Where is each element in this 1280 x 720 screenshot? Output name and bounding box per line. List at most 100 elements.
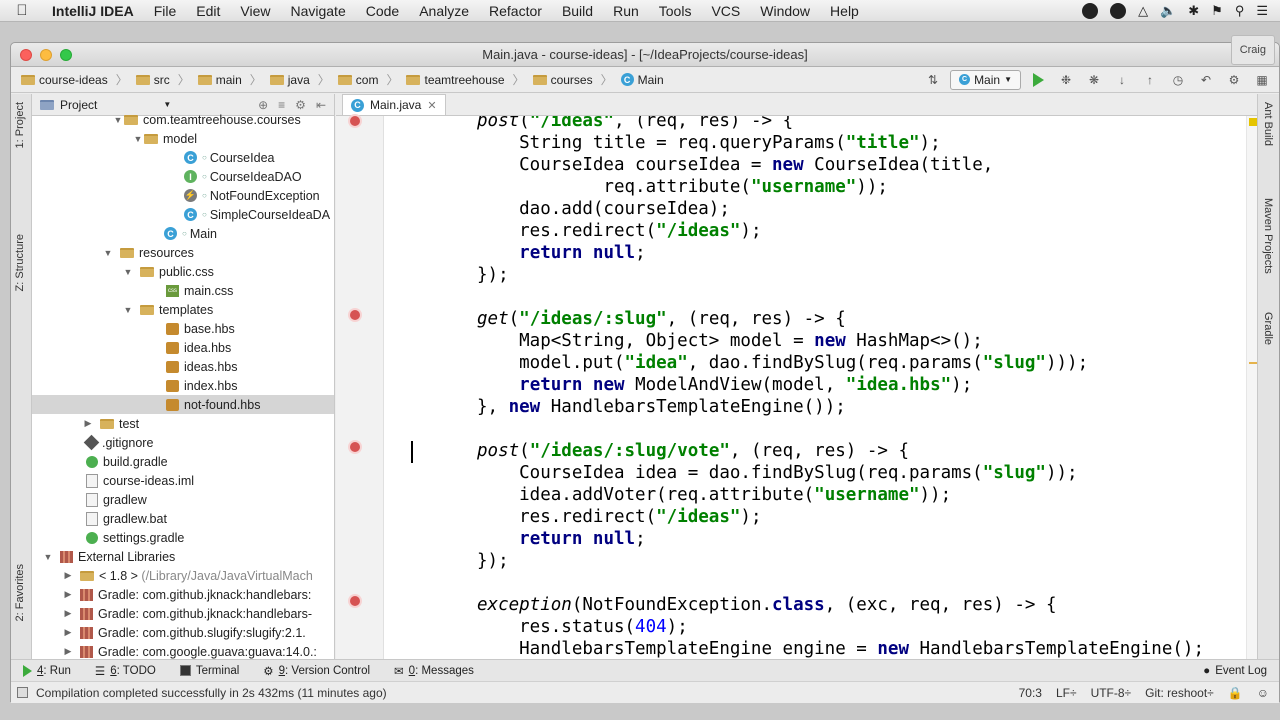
tree-item-main-css[interactable]: css main.css <box>32 281 334 300</box>
menu-build[interactable]: Build <box>552 3 603 19</box>
tool-tab-gradle[interactable]: Gradle <box>1262 312 1274 345</box>
code-line[interactable]: Map<String, Object> model = new HashMap<… <box>477 330 983 352</box>
tree-item-library[interactable]: ▶ Gradle: com.github.slugify:slugify:2.1. <box>32 623 334 642</box>
tree-item-idea-hbs[interactable]: idea.hbs <box>32 338 334 357</box>
inspector-icon[interactable]: ☺ <box>1257 686 1269 700</box>
user-name[interactable]: Craig <box>1230 35 1275 65</box>
vcs-commit-button[interactable]: ↑ <box>1139 70 1161 90</box>
run-configuration-select[interactable]: C Main ▼ <box>950 69 1021 90</box>
tool-messages[interactable]: ✉ 0: Messages <box>382 664 486 678</box>
menu-app-name[interactable]: IntelliJ IDEA <box>44 3 144 19</box>
tree-item-package[interactable]: ▼ com.teamtreehouse.courses <box>32 110 334 129</box>
menu-view[interactable]: View <box>230 3 280 19</box>
code-line[interactable]: String title = req.queryParams("title"); <box>477 132 940 154</box>
breadcrumb-com[interactable]: com 〉 <box>334 71 403 88</box>
tool-run[interactable]: 4: Run <box>11 664 83 677</box>
tool-tab-structure[interactable]: Z: Structure <box>14 234 26 291</box>
tree-item-simplecourseideadao[interactable]: C ○ SimpleCourseIdeaDA <box>32 205 334 224</box>
code-line[interactable]: exception(NotFoundException.class, (exc,… <box>477 594 1057 616</box>
tree-item-test[interactable]: ▶ test <box>32 414 334 433</box>
tree-item-library[interactable]: ▶ Gradle: com.github.jknack:handlebars: <box>32 585 334 604</box>
tab-main-java[interactable]: C Main.java ✕ <box>342 94 446 115</box>
code-area[interactable]: post("/ideas", (req, res) -> { String ti… <box>385 116 1245 659</box>
code-line[interactable]: }); <box>477 264 509 286</box>
code-line[interactable]: }); <box>477 550 509 572</box>
tree-item-base-hbs[interactable]: base.hbs <box>32 319 334 338</box>
debug-button[interactable]: ❉ <box>1055 70 1077 90</box>
bluetooth-icon[interactable]: ✱ <box>1188 3 1199 19</box>
code-line[interactable]: req.attribute("username")); <box>477 176 887 198</box>
apple-icon[interactable]:  <box>0 2 44 19</box>
volume-icon[interactable]: 🔈 <box>1160 3 1176 19</box>
tree-item-external-libraries[interactable]: ▼ External Libraries <box>32 547 334 566</box>
toggle-tool-windows-icon[interactable] <box>17 687 28 698</box>
tool-version-control[interactable]: ⚙ 9: Version Control <box>251 664 382 678</box>
code-line[interactable]: HandlebarsTemplateEngine engine = new Ha… <box>477 638 1204 659</box>
expanded-arrow-icon[interactable]: ▼ <box>122 305 134 315</box>
tree-item-gradlew[interactable]: gradlew <box>32 490 334 509</box>
expanded-arrow-icon[interactable]: ▼ <box>132 134 144 144</box>
breadcrumb-src[interactable]: src 〉 <box>132 71 194 88</box>
close-window-button[interactable] <box>20 49 32 61</box>
lambda-breakpoint-icon[interactable] <box>350 116 360 126</box>
breadcrumb-main[interactable]: main 〉 <box>194 71 266 88</box>
menu-tools[interactable]: Tools <box>649 3 702 19</box>
settings-button[interactable]: ⚙ <box>1223 70 1245 90</box>
menu-refactor[interactable]: Refactor <box>479 3 552 19</box>
tree-item-gradlew-bat[interactable]: gradlew.bat <box>32 509 334 528</box>
chevron-down-icon[interactable]: ▼ <box>163 100 171 109</box>
flag-icon[interactable]: ⚑ <box>1211 3 1223 19</box>
status-message[interactable]: Compilation completed successfully in 2s… <box>36 686 387 700</box>
project-structure-button[interactable]: ▦ <box>1251 70 1273 90</box>
breadcrumb-project[interactable]: course-ideas 〉 <box>17 71 132 88</box>
menu-window[interactable]: Window <box>750 3 820 19</box>
code-line[interactable]: get("/ideas/:slug", (req, res) -> { <box>477 308 846 330</box>
tree-item-courseidea[interactable]: C ○ CourseIdea <box>32 148 334 167</box>
expanded-arrow-icon[interactable]: ▼ <box>112 115 124 125</box>
tool-todo[interactable]: ☰ 6: TODO <box>83 664 168 678</box>
code-line[interactable]: idea.addVoter(req.attribute("username"))… <box>477 484 951 506</box>
tree-item-public-css[interactable]: ▼ public.css <box>32 262 334 281</box>
menu-navigate[interactable]: Navigate <box>280 3 355 19</box>
breadcrumb-courses[interactable]: courses 〉 <box>529 71 617 88</box>
tree-item-settings-gradle[interactable]: settings.gradle <box>32 528 334 547</box>
line-separator[interactable]: LF÷ <box>1056 686 1077 700</box>
code-line[interactable]: return null; <box>477 242 645 264</box>
wifi-icon[interactable]: △ <box>1138 3 1148 19</box>
error-stripe-mark[interactable] <box>1249 362 1257 364</box>
creative-cloud-icon[interactable] <box>1082 2 1099 19</box>
tree-item-main[interactable]: C ○ Main <box>32 224 334 243</box>
coverage-button[interactable]: ❋ <box>1083 70 1105 90</box>
lambda-breakpoint-icon[interactable] <box>350 596 360 606</box>
code-line[interactable]: res.redirect("/ideas"); <box>477 506 761 528</box>
code-line[interactable]: }, new HandlebarsTemplateEngine()); <box>477 396 846 418</box>
tree-item-build-gradle[interactable]: build.gradle <box>32 452 334 471</box>
breadcrumb-main-class[interactable]: C Main <box>617 73 668 87</box>
expanded-arrow-icon[interactable]: ▼ <box>122 267 134 277</box>
tree-item-not-found-hbs[interactable]: not-found.hbs <box>32 395 334 414</box>
collapsed-arrow-icon[interactable]: ▶ <box>62 570 74 581</box>
code-line[interactable]: res.redirect("/ideas"); <box>477 220 761 242</box>
expanded-arrow-icon[interactable]: ▼ <box>102 248 114 258</box>
collapsed-arrow-icon[interactable]: ▶ <box>82 418 94 429</box>
tool-terminal[interactable]: Terminal <box>168 665 251 677</box>
tool-tab-favorites[interactable]: 2: Favorites <box>14 564 26 621</box>
close-tab-icon[interactable]: ✕ <box>427 99 436 112</box>
editor-gutter[interactable] <box>336 116 384 659</box>
code-line[interactable]: CourseIdea courseIdea = new CourseIdea(t… <box>477 154 993 176</box>
tool-tab-ant-build[interactable]: Ant Build <box>1262 102 1274 146</box>
tree-item-courseideadao[interactable]: I ○ CourseIdeaDAO <box>32 167 334 186</box>
caret-position[interactable]: 70:3 <box>1019 686 1042 700</box>
code-line[interactable]: res.status(404); <box>477 616 688 638</box>
tool-tab-maven[interactable]: Maven Projects <box>1262 198 1274 274</box>
breadcrumb-java[interactable]: java 〉 <box>266 71 334 88</box>
skype-icon[interactable] <box>1110 2 1127 19</box>
vcs-update-button[interactable]: ↓ <box>1111 70 1133 90</box>
build-project-icon[interactable]: ⇅ <box>922 70 944 90</box>
warning-marker-icon[interactable] <box>1249 118 1257 126</box>
tree-item-index-hbs[interactable]: index.hbs <box>32 376 334 395</box>
tree-item-ideas-hbs[interactable]: ideas.hbs <box>32 357 334 376</box>
tree-item-resources[interactable]: ▼ resources <box>32 243 334 262</box>
menu-code[interactable]: Code <box>356 3 409 19</box>
collapsed-arrow-icon[interactable]: ▶ <box>62 646 74 657</box>
